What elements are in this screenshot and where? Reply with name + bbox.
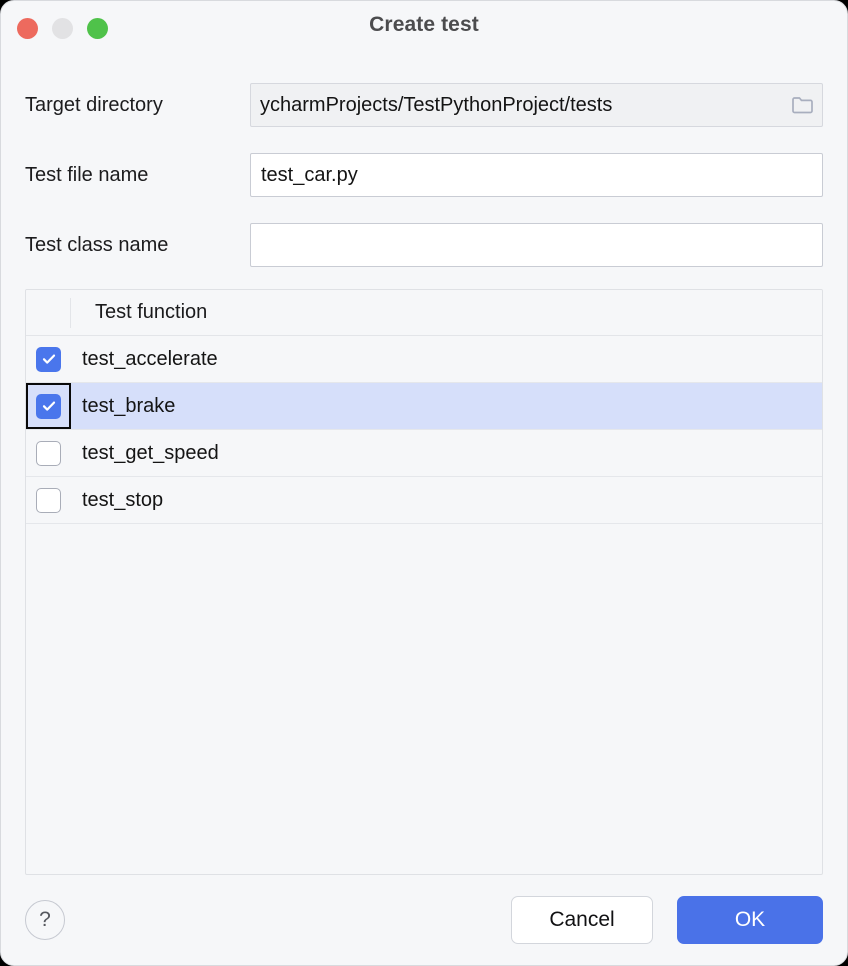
cancel-button[interactable]: Cancel bbox=[511, 896, 653, 944]
table-row[interactable]: test_accelerate bbox=[26, 336, 822, 383]
table-row[interactable]: test_brake bbox=[26, 383, 822, 430]
row-test-function-name: test_stop bbox=[82, 488, 164, 511]
row-test-function-name: test_get_speed bbox=[82, 441, 219, 464]
checkbox-icon[interactable] bbox=[36, 393, 61, 419]
table-header-checkbox-column bbox=[26, 297, 71, 328]
test-function-table: Test function test_accelerate test_brake bbox=[25, 289, 823, 875]
dialog-title: Create test bbox=[369, 13, 479, 36]
target-directory-value: ycharmProjects/TestPythonProject/tests bbox=[260, 95, 613, 115]
row-checkbox-cell[interactable] bbox=[26, 430, 71, 476]
folder-icon[interactable] bbox=[782, 84, 822, 126]
test-file-name-value: test_car.py bbox=[261, 165, 358, 185]
test-class-name-label: Test class name bbox=[25, 233, 169, 256]
title-bar: Create test bbox=[1, 1, 847, 57]
row-test-function-name: test_brake bbox=[82, 394, 176, 417]
test-file-name-field[interactable]: test_car.py bbox=[250, 153, 823, 197]
target-directory-label: Target directory bbox=[25, 93, 163, 116]
test-file-name-label: Test file name bbox=[25, 163, 149, 186]
checkbox-icon[interactable] bbox=[36, 346, 61, 372]
test-class-name-row: Test class name bbox=[25, 219, 823, 271]
row-checkbox-cell[interactable] bbox=[26, 477, 71, 523]
target-directory-field[interactable]: ycharmProjects/TestPythonProject/tests bbox=[250, 83, 823, 127]
row-test-function-name: test_accelerate bbox=[82, 347, 218, 370]
create-test-dialog: Create test Target directory ycharmProje… bbox=[0, 0, 848, 966]
checkbox-icon[interactable] bbox=[36, 487, 61, 513]
table-header-row: Test function bbox=[26, 290, 822, 336]
table-row[interactable]: test_get_speed bbox=[26, 430, 822, 477]
row-checkbox-cell[interactable] bbox=[26, 336, 71, 382]
table-row[interactable]: test_stop bbox=[26, 477, 822, 524]
row-checkbox-cell[interactable] bbox=[26, 383, 71, 429]
dialog-footer: ? Cancel OK bbox=[1, 875, 847, 965]
help-button[interactable]: ? bbox=[25, 900, 65, 940]
checkbox-icon[interactable] bbox=[36, 440, 61, 466]
ok-button[interactable]: OK bbox=[677, 896, 823, 944]
form-section: Target directory ycharmProjects/TestPyth… bbox=[1, 79, 847, 271]
table-header-test-function: Test function bbox=[95, 301, 208, 323]
test-class-name-field[interactable] bbox=[250, 223, 823, 267]
target-directory-row: Target directory ycharmProjects/TestPyth… bbox=[25, 79, 823, 131]
test-file-name-row: Test file name test_car.py bbox=[25, 149, 823, 201]
